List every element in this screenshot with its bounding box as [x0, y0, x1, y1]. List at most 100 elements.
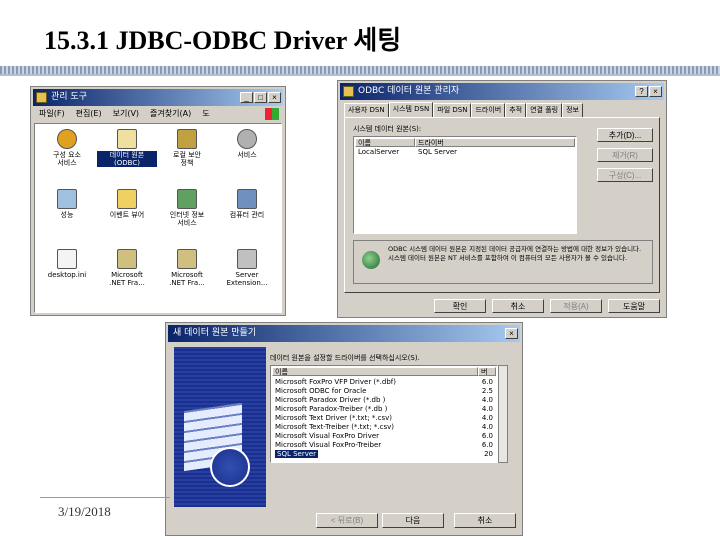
driver-row[interactable]: Microsoft Visual FoxPro-Treiber 6.0 — [273, 441, 495, 449]
tab-about[interactable]: 정보 — [562, 103, 583, 118]
services-label: 서비스 — [237, 151, 257, 159]
computer-management-icon — [237, 189, 257, 209]
close-button[interactable]: × — [505, 328, 518, 339]
driver-row[interactable]: SQL Server 20 — [273, 450, 495, 458]
system-dsn-label: 시스템 데이터 원본(S): — [353, 125, 422, 133]
next-button[interactable]: 다음 — [382, 513, 444, 528]
iis-item[interactable]: 인터넷 정보 서비스 — [157, 189, 217, 239]
minimize-button[interactable]: _ — [240, 92, 253, 103]
admin-tools-window: 관리 도구 _ □ × 파일(F) 편집(E) 보기(V) 즐겨찾기(A) 도 구성 요… — [30, 86, 286, 316]
col-name-header[interactable]: 이름 — [355, 138, 415, 147]
local-security-item[interactable]: 로컬 보안 정책 — [157, 129, 217, 179]
driver-version: 6.0 — [481, 432, 493, 440]
performance-item[interactable]: 성능 — [37, 189, 97, 239]
apply-button[interactable]: 적용(A) — [550, 299, 602, 313]
help-bottom-button[interactable]: 도움말 — [608, 299, 660, 313]
remove-button[interactable]: 제거(R) — [597, 148, 653, 162]
driver-list[interactable]: 이름 버 Microsoft FoxPro VFP Driver (*.dbf)… — [270, 365, 498, 463]
component-services-item[interactable]: 구성 요소 서비스 — [37, 129, 97, 179]
driver-row[interactable]: Microsoft Paradox-Treiber (*.db ) 4.0 — [273, 405, 495, 413]
cancel-button[interactable]: 취소 — [492, 299, 544, 313]
driver-list-scrollbar[interactable] — [498, 365, 508, 463]
performance-label: 성능 — [60, 211, 74, 219]
cancel-button[interactable]: 취소 — [454, 513, 516, 528]
driver-row[interactable]: Microsoft Text Driver (*.txt; *.csv) 4.0 — [273, 414, 495, 422]
desktop-ini-item[interactable]: desktop.ini — [37, 249, 97, 299]
dotnet-config-item[interactable]: Microsoft .NET Fra... — [97, 249, 157, 299]
admin-tools-title: 관리 도구 — [51, 92, 87, 102]
tab-tracing[interactable]: 추적 — [505, 103, 527, 118]
tab-system-dsn[interactable]: 시스템 DSN — [388, 102, 434, 118]
driver-row[interactable]: Microsoft Paradox Driver (*.db ) 4.0 — [273, 396, 495, 404]
dsn-row[interactable]: LocalServer SQL Server — [356, 148, 574, 156]
server-extension-icon — [237, 249, 257, 269]
odbc-data-source-icon — [117, 129, 137, 149]
dotnet-wizards-label: Microsoft .NET Fra... — [169, 271, 205, 287]
ok-button[interactable]: 확인 — [434, 299, 486, 313]
odbc-tabs: 사용자 DSN 시스템 DSN 파일 DSN 드라이버 추적 연결 풀링 정보 — [344, 102, 660, 118]
col-version-header[interactable]: 버 — [478, 367, 496, 376]
title-rule — [0, 66, 720, 74]
driver-version: 6.0 — [481, 378, 493, 386]
driver-name: Microsoft Paradox Driver (*.db ) — [275, 396, 386, 404]
driver-row[interactable]: Microsoft Text-Treiber (*.txt; *.csv) 4.0 — [273, 423, 495, 431]
dsn-name: LocalServer — [358, 148, 400, 156]
server-extension-item[interactable]: Server Extension... — [217, 249, 277, 299]
driver-name: Microsoft Visual FoxPro Driver — [275, 432, 380, 440]
menu-tools[interactable]: 도 — [202, 109, 209, 118]
col-driver-header[interactable]: 드라이버 — [415, 138, 575, 147]
tab-drivers[interactable]: 드라이버 — [471, 103, 506, 118]
desktop-ini-label: desktop.ini — [47, 271, 87, 279]
windows-logo-icon — [265, 108, 279, 120]
system-dsn-list[interactable]: 이름 드라이버 LocalServer SQL Server — [353, 136, 577, 234]
close-button[interactable]: × — [649, 86, 662, 97]
new-dsn-title: 새 데이터 원본 만들기 — [173, 328, 257, 338]
new-dsn-titlebar[interactable]: 새 데이터 원본 만들기 × — [168, 325, 520, 342]
event-viewer-item[interactable]: 이벤트 뷰어 — [97, 189, 157, 239]
tab-file-dsn[interactable]: 파일 DSN — [433, 103, 472, 118]
performance-icon — [57, 189, 77, 209]
server-extension-label: Server Extension... — [226, 271, 268, 287]
admin-tools-titlebar[interactable]: 관리 도구 _ □ × — [33, 89, 283, 106]
tab-user-dsn[interactable]: 사용자 DSN — [344, 103, 389, 118]
driver-name: Microsoft Text-Treiber (*.txt; *.csv) — [275, 423, 394, 431]
dotnet-wizards-item[interactable]: Microsoft .NET Fra... — [157, 249, 217, 299]
driver-version: 2.5 — [481, 387, 493, 395]
col-driver-name-header[interactable]: 이름 — [272, 367, 478, 376]
odbc-data-source-label: 데이터 원본 (ODBC) — [97, 151, 157, 167]
driver-version: 4.0 — [481, 414, 493, 422]
menu-file[interactable]: 파일(F) — [39, 109, 65, 118]
driver-name: SQL Server — [275, 450, 319, 458]
menu-view[interactable]: 보기(V) — [113, 109, 139, 118]
close-button[interactable]: × — [268, 92, 281, 103]
ini-file-icon — [57, 249, 77, 269]
driver-version: 4.0 — [481, 405, 493, 413]
dotnet-config-label: Microsoft .NET Fra... — [109, 271, 145, 287]
dotnet-tool-icon — [177, 249, 197, 269]
event-viewer-icon — [117, 189, 137, 209]
driver-row[interactable]: Microsoft Visual FoxPro Driver 6.0 — [273, 432, 495, 440]
odbc-icon — [343, 86, 354, 97]
driver-name: Microsoft Visual FoxPro-Treiber — [275, 441, 382, 449]
configure-button[interactable]: 구성(C)... — [597, 168, 653, 182]
menu-favorites[interactable]: 즐겨찾기(A) — [150, 109, 191, 118]
menu-edit[interactable]: 편집(E) — [76, 109, 102, 118]
dsn-driver: SQL Server — [418, 148, 458, 156]
computer-management-item[interactable]: 컴퓨터 관리 — [217, 189, 277, 239]
info-box: ODBC 시스템 데이터 원본은 지정된 데이터 공급자에 연결하는 방법에 대… — [353, 240, 653, 284]
info-text: ODBC 시스템 데이터 원본은 지정된 데이터 공급자에 연결하는 방법에 대… — [388, 245, 642, 262]
odbc-admin-titlebar[interactable]: ODBC 데이터 원본 관리자 ? × — [340, 83, 664, 100]
driver-version: 6.0 — [481, 441, 493, 449]
services-item[interactable]: 서비스 — [217, 129, 277, 179]
driver-row[interactable]: Microsoft FoxPro VFP Driver (*.dbf) 6.0 — [273, 378, 495, 386]
tab-connection-pooling[interactable]: 연결 풀링 — [526, 103, 563, 118]
help-button[interactable]: ? — [635, 86, 648, 97]
back-button[interactable]: < 뒤로(B) — [316, 513, 378, 528]
odbc-data-source-item[interactable]: 데이터 원본 (ODBC) — [97, 129, 157, 179]
driver-version: 20 — [484, 450, 493, 458]
system-dsn-panel: 시스템 데이터 원본(S): 이름 드라이버 LocalServer SQL S… — [344, 117, 660, 293]
maximize-button[interactable]: □ — [254, 92, 267, 103]
driver-row[interactable]: Microsoft ODBC for Oracle 2.5 — [273, 387, 495, 395]
slide-title: 15.3.1 JDBC-ODBC Driver 세팅 — [44, 26, 402, 55]
add-button[interactable]: 추가(D)... — [597, 128, 653, 142]
